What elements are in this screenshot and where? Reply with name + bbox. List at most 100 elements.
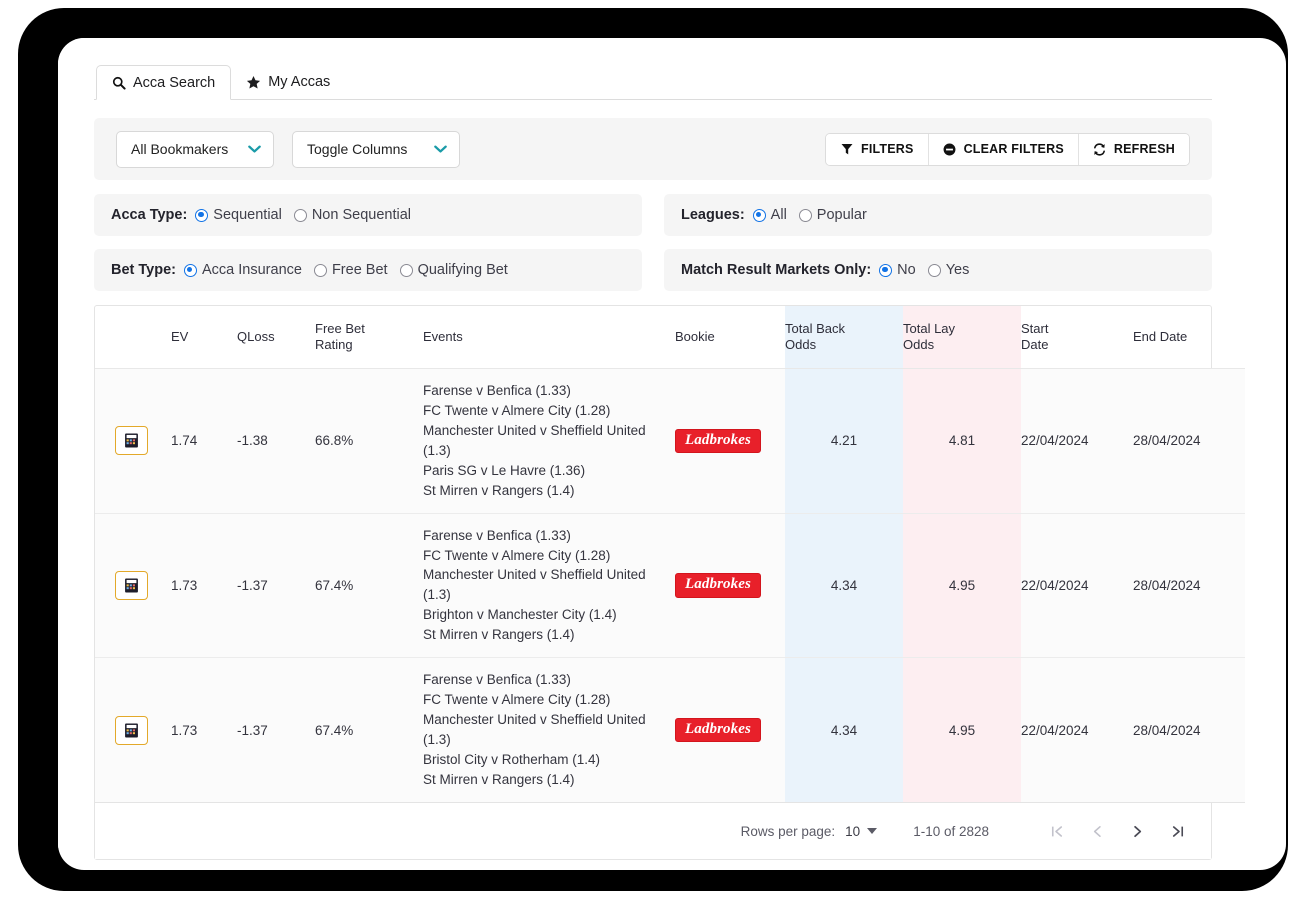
clear-filters-button-label: CLEAR FILTERS [964,142,1064,156]
prev-page-icon[interactable] [1077,815,1117,847]
leagues-option-popular[interactable]: Popular [799,207,867,223]
acca-type-option-non-sequential[interactable]: Non Sequential [294,207,411,223]
col-total-back-odds[interactable]: Total Back Odds [785,306,903,368]
match-result-option-yes-label: Yes [946,262,970,278]
col-total-lay-odds-label-2: Odds [903,337,934,352]
col-free-bet-rating[interactable]: Free Bet Rating [315,306,423,368]
cell-bookie: Ladbrokes [675,658,785,803]
filter-rows: Acca Type: Sequential Non Sequential Lea… [94,194,1212,291]
filter-row-1: Acca Type: Sequential Non Sequential Lea… [94,194,1212,236]
event-item: Farense v Benfica (1.33) [423,526,675,546]
acca-type-option-sequential[interactable]: Sequential [195,207,282,223]
first-page-icon[interactable] [1037,815,1077,847]
event-item: Manchester United v Sheffield United (1.… [423,710,675,750]
event-item: St Mirren v Rangers (1.4) [423,481,675,501]
leagues-option-all-label: All [771,207,787,223]
event-item: Manchester United v Sheffield United (1.… [423,421,675,461]
cell-total-lay-odds: 4.81 [903,368,1021,513]
funnel-icon [840,142,854,156]
col-start-date-label-2: Date [1021,337,1048,352]
filters-button-label: FILTERS [861,142,914,156]
radio-indicator [294,209,307,222]
tab-acca-search[interactable]: Acca Search [96,65,231,100]
col-ev[interactable]: EV [171,306,237,368]
chevron-down-icon [248,145,261,154]
col-qloss[interactable]: QLoss [237,306,315,368]
event-item: Farense v Benfica (1.33) [423,381,675,401]
col-bookie-label: Bookie [675,329,715,344]
filter-row-2: Bet Type: Acca Insurance Free Bet Qualif… [94,249,1212,291]
col-qloss-label: QLoss [237,329,275,344]
col-ev-label: EV [171,329,188,344]
next-page-icon[interactable] [1117,815,1157,847]
col-free-bet-rating-label-2: Rating [315,337,353,352]
event-item: Paris SG v Le Havre (1.36) [423,461,675,481]
radio-indicator [928,264,941,277]
chevron-down-icon [434,145,447,154]
bet-type-option-acca-insurance[interactable]: Acca Insurance [184,262,302,278]
radio-indicator [799,209,812,222]
calculator-icon[interactable] [115,426,148,455]
refresh-button[interactable]: REFRESH [1079,134,1189,165]
bet-type-option-free-bet-label: Free Bet [332,262,388,278]
tab-bar: Acca Search My Accas [94,66,1212,100]
table-row[interactable]: 1.73-1.3767.4%Farense v Benfica (1.33)FC… [95,513,1245,658]
col-bookie[interactable]: Bookie [675,306,785,368]
acca-type-option-non-sequential-label: Non Sequential [312,207,411,223]
clear-filters-button[interactable]: CLEAR FILTERS [929,134,1079,165]
bookmakers-select[interactable]: All Bookmakers [116,131,274,168]
toolbar-button-group: FILTERS CLEAR FILTERS REFRESH [825,133,1190,166]
table-row[interactable]: 1.74-1.3866.8%Farense v Benfica (1.33)FC… [95,368,1245,513]
bet-type-option-qualifying-bet-label: Qualifying Bet [418,262,508,278]
star-icon [246,75,261,90]
pagination-range: 1-10 of 2828 [913,824,989,839]
acca-search-page: Acca Search My Accas All Bookmakers [58,38,1248,848]
rows-per-page-select[interactable]: 10 [845,824,877,839]
cell-total-lay-odds: 4.95 [903,513,1021,658]
bet-type-option-qualifying-bet[interactable]: Qualifying Bet [400,262,508,278]
bet-type-option-free-bet[interactable]: Free Bet [314,262,388,278]
col-total-lay-odds-label-1: Total Lay [903,321,955,336]
last-page-icon[interactable] [1157,815,1197,847]
event-item: Manchester United v Sheffield United (1.… [423,565,675,605]
device-screen: Acca Search My Accas All Bookmakers [58,38,1286,870]
event-item: FC Twente v Almere City (1.28) [423,546,675,566]
leagues-option-all[interactable]: All [753,207,787,223]
radio-indicator [753,209,766,222]
col-start-date[interactable]: Start Date [1021,306,1133,368]
tab-my-accas-label: My Accas [268,74,330,90]
col-events[interactable]: Events [423,306,675,368]
table-head: EV QLoss Free Bet Rating Events Bookie T… [95,306,1245,368]
rows-per-page-label: Rows per page: [741,824,836,839]
caret-down-icon [867,826,877,837]
calculator-icon[interactable] [115,571,148,600]
bet-type-filter: Bet Type: Acca Insurance Free Bet Qualif… [94,249,642,291]
tab-my-accas[interactable]: My Accas [231,65,346,99]
bookie-logo: Ladbrokes [675,573,761,597]
calculator-icon[interactable] [115,716,148,745]
col-total-back-odds-label-2: Odds [785,337,816,352]
row-action-cell [95,658,171,803]
filters-button[interactable]: FILTERS [826,134,929,165]
bookie-logo: Ladbrokes [675,429,761,453]
match-result-option-no[interactable]: No [879,262,916,278]
event-item: St Mirren v Rangers (1.4) [423,770,675,790]
cell-events: Farense v Benfica (1.33)FC Twente v Alme… [423,658,675,803]
col-end-date[interactable]: End Date [1133,306,1245,368]
cell-qloss: -1.38 [237,368,315,513]
cell-events: Farense v Benfica (1.33)FC Twente v Alme… [423,368,675,513]
leagues-option-popular-label: Popular [817,207,867,223]
pagination: Rows per page: 10 1-10 of 2828 [95,803,1211,859]
toggle-columns-select[interactable]: Toggle Columns [292,131,460,168]
tab-acca-search-label: Acca Search [133,75,215,91]
event-item: Farense v Benfica (1.33) [423,670,675,690]
table-row[interactable]: 1.73-1.3767.4%Farense v Benfica (1.33)FC… [95,658,1245,803]
toggle-columns-select-value: Toggle Columns [307,141,407,157]
acca-type-option-sequential-label: Sequential [213,207,282,223]
col-events-label: Events [423,329,463,344]
cell-total-back-odds: 4.34 [785,658,903,803]
cell-bookie: Ladbrokes [675,368,785,513]
col-total-lay-odds[interactable]: Total Lay Odds [903,306,1021,368]
cell-ev: 1.73 [171,658,237,803]
match-result-option-yes[interactable]: Yes [928,262,970,278]
